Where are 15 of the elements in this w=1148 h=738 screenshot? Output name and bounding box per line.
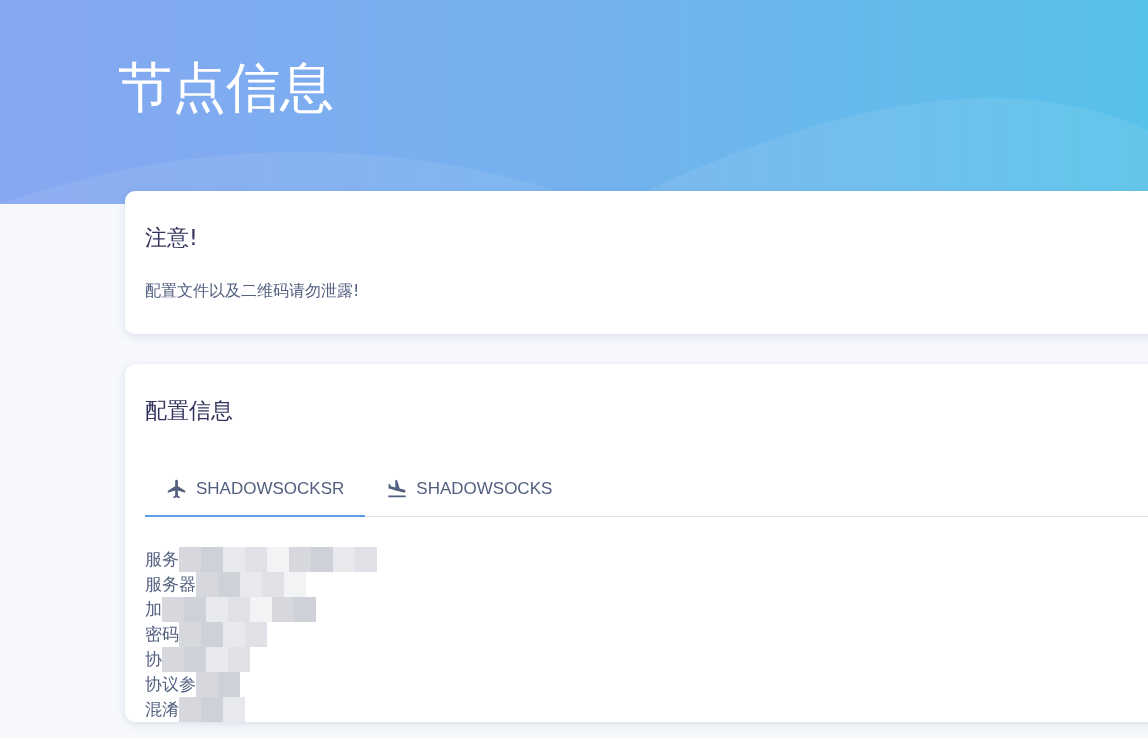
config-label: 混淆 — [145, 698, 179, 721]
protocol-tab[interactable]: SHADOWSOCKS — [365, 466, 574, 517]
airplane-landing-icon — [386, 478, 409, 500]
config-label: 加 — [145, 598, 162, 621]
card-title: 注意! — [145, 224, 199, 252]
airplane-icon — [166, 478, 188, 500]
page-title: 节点信息 — [117, 55, 335, 121]
notice-text: 配置文件以及二维码请勿泄露! — [145, 281, 361, 302]
config-label: 密码 — [145, 623, 179, 646]
card-title: 配置信息 — [145, 397, 234, 425]
protocol-tab[interactable]: SHADOWSOCKSR — [145, 466, 366, 517]
config-label: 服务 — [145, 548, 179, 571]
config-label: 服务器 — [145, 573, 196, 596]
config-label: 协议参 — [145, 673, 196, 696]
config-label: 协 — [145, 648, 162, 671]
